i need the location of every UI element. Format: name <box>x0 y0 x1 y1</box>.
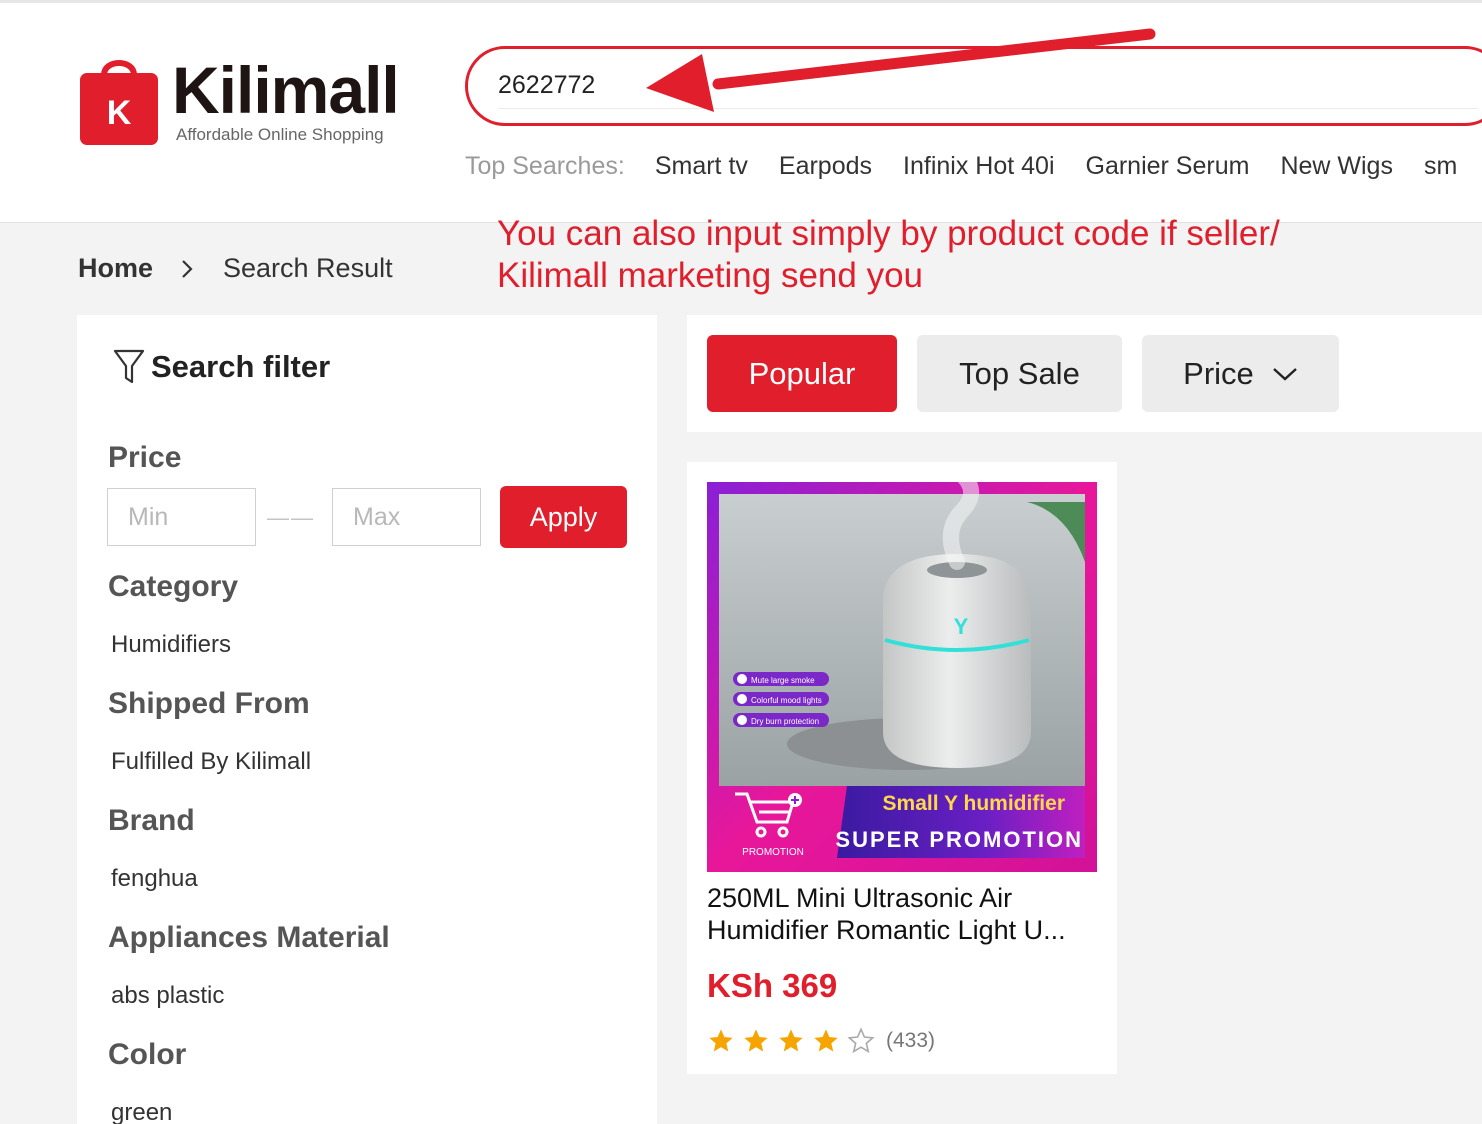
sort-price-button[interactable]: Price <box>1142 335 1339 412</box>
svg-text:Dry burn protection: Dry burn protection <box>751 717 819 726</box>
star-empty-icon <box>847 1027 875 1054</box>
top-search-item[interactable]: Infinix Hot 40i <box>903 152 1054 181</box>
color-option[interactable]: green <box>111 1099 172 1124</box>
top-searches: Top Searches: Smart tv Earpods Infinix H… <box>465 149 1482 183</box>
top-searches-label: Top Searches: <box>465 151 625 180</box>
top-search-item[interactable]: Smart tv <box>655 152 748 181</box>
chevron-right-icon <box>182 260 193 278</box>
product-image[interactable]: Y Mute large smoke Colorful mood lights … <box>707 482 1097 872</box>
brand-option[interactable]: fenghua <box>111 865 198 893</box>
top-search-item[interactable]: sm <box>1424 152 1457 181</box>
star-filled-icon <box>709 1029 733 1052</box>
svg-text:Y: Y <box>954 614 969 639</box>
shipped-from-heading: Shipped From <box>108 687 310 720</box>
product-price: KSh 369 <box>707 967 838 1004</box>
svg-text:Mute large smoke: Mute large smoke <box>751 676 815 685</box>
svg-text:Colorful mood lights: Colorful mood lights <box>751 696 822 705</box>
svg-text:K: K <box>107 94 132 132</box>
brand-heading: Brand <box>108 804 195 837</box>
material-option[interactable]: abs plastic <box>111 982 224 1010</box>
price-max-input[interactable] <box>332 488 481 546</box>
kilimall-logo[interactable]: K Kilimall Affordable Online Shopping <box>80 51 410 151</box>
star-filled-icon <box>814 1029 838 1052</box>
color-heading: Color <box>108 1038 187 1071</box>
logo-name: Kilimall <box>172 53 400 127</box>
logo-tagline: Affordable Online Shopping <box>176 125 384 144</box>
category-option[interactable]: Humidifiers <box>111 631 231 659</box>
breadcrumb-current: Search Result <box>223 253 393 283</box>
star-filled-icon <box>779 1029 803 1052</box>
site-header: K Kilimall Affordable Online Shopping To… <box>0 3 1482 223</box>
shipped-from-option[interactable]: Fulfilled By Kilimall <box>111 748 311 776</box>
svg-text:SUPER PROMOTION: SUPER PROMOTION <box>835 827 1083 852</box>
price-separator: —— <box>267 505 315 530</box>
review-count: (433) <box>886 1029 936 1052</box>
annotation-note: You can also input simply by product cod… <box>497 213 1397 297</box>
star-filled-icon <box>744 1029 768 1052</box>
top-search-item[interactable]: Earpods <box>779 152 872 181</box>
filter-title: Search filter <box>113 347 330 387</box>
sort-top-sale-button[interactable]: Top Sale <box>917 335 1122 412</box>
sort-popular-button[interactable]: Popular <box>707 335 897 412</box>
annotation-line: You can also input simply by product cod… <box>497 214 1280 253</box>
product-rating: (433) <box>707 1025 935 1057</box>
annotation-line: Kilimall marketing send you <box>497 256 924 295</box>
search-input[interactable] <box>498 63 1478 109</box>
funnel-icon <box>113 349 145 384</box>
material-heading: Appliances Material <box>108 921 390 954</box>
sort-price-label: Price <box>1183 355 1254 391</box>
product-title-line: Humidifier Romantic Light U... <box>707 915 1066 945</box>
product-title-line: 250ML Mini Ultrasonic Air <box>707 883 1013 913</box>
svg-text:Small Y humidifier: Small Y humidifier <box>883 792 1065 815</box>
apply-button[interactable]: Apply <box>500 486 627 548</box>
svg-text:PROMOTION: PROMOTION <box>742 847 804 858</box>
filter-title-label: Search filter <box>151 349 331 384</box>
product-card[interactable]: Y Mute large smoke Colorful mood lights … <box>687 462 1117 1074</box>
price-heading: Price <box>108 441 182 474</box>
top-search-item[interactable]: Garnier Serum <box>1086 152 1250 181</box>
product-title[interactable]: 250ML Mini Ultrasonic Air Humidifier Rom… <box>707 882 1097 946</box>
breadcrumb-home[interactable]: Home <box>78 253 153 284</box>
shopping-bag-logo-icon: K <box>80 60 158 145</box>
chevron-down-icon <box>1273 367 1297 381</box>
category-heading: Category <box>108 570 239 603</box>
top-search-item[interactable]: New Wigs <box>1280 152 1393 181</box>
search-box[interactable] <box>465 46 1482 126</box>
search-filter-panel: Search filter Price —— Apply Category Hu… <box>77 315 657 1124</box>
sort-bar: Popular Top Sale Price <box>687 315 1482 432</box>
price-min-input[interactable] <box>107 488 256 546</box>
